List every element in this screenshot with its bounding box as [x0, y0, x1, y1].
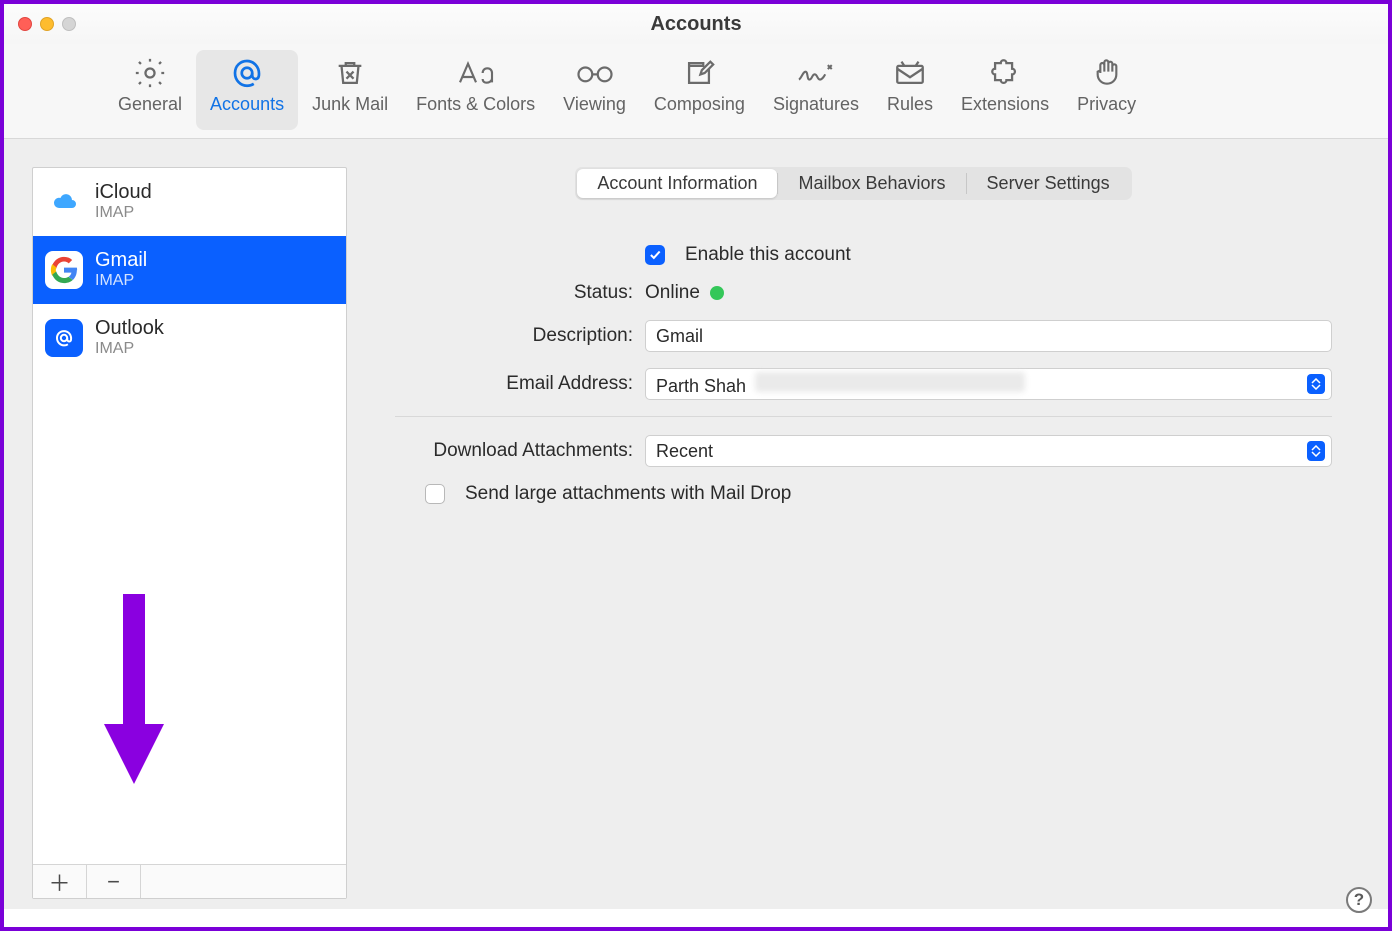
email-address-dropdown[interactable]: Parth Shah: [645, 368, 1332, 400]
segment-server-settings[interactable]: Server Settings: [967, 169, 1130, 198]
tab-extensions[interactable]: Extensions: [947, 50, 1063, 130]
email-redacted: [755, 372, 1025, 392]
account-protocol: IMAP: [95, 340, 164, 358]
mail-drop-label: Send large attachments with Mail Drop: [465, 483, 791, 505]
accounts-list: iCloud IMAP Gmail IMAP Outlook: [33, 168, 346, 864]
account-name: Outlook: [95, 317, 164, 340]
download-attachments-dropdown[interactable]: Recent: [645, 435, 1332, 467]
tab-rules[interactable]: Rules: [873, 50, 947, 130]
form-divider: [395, 416, 1332, 417]
tab-viewing[interactable]: Viewing: [549, 50, 640, 130]
enable-account-checkbox[interactable]: [645, 245, 665, 265]
segment-account-information[interactable]: Account Information: [577, 169, 777, 198]
enable-account-label: Enable this account: [685, 244, 851, 266]
download-attachments-label: Download Attachments:: [395, 440, 645, 462]
sidebar-footer: ＋ −: [33, 864, 346, 898]
window-title: Accounts: [4, 13, 1388, 36]
tab-accounts[interactable]: Accounts: [196, 50, 298, 130]
updown-chevron-icon: [1307, 374, 1325, 394]
remove-account-button[interactable]: −: [87, 865, 141, 898]
tab-composing[interactable]: Composing: [640, 50, 759, 130]
accounts-sidebar: iCloud IMAP Gmail IMAP Outlook: [32, 167, 347, 899]
status-online-indicator-icon: [710, 286, 724, 300]
account-item-outlook[interactable]: Outlook IMAP: [33, 304, 346, 372]
updown-chevron-icon: [1307, 441, 1325, 461]
status-label: Status:: [395, 282, 645, 304]
account-form: Enable this account Status: Online Descr…: [395, 244, 1332, 505]
preferences-toolbar: General Accounts Junk Mail Fonts & Color…: [4, 44, 1388, 139]
signature-icon: [795, 54, 837, 92]
trash-icon: [333, 54, 367, 92]
account-item-icloud[interactable]: iCloud IMAP: [33, 168, 346, 236]
email-address-label: Email Address:: [395, 373, 645, 395]
add-account-button[interactable]: ＋: [33, 865, 87, 898]
at-sign-icon: [229, 54, 265, 92]
account-detail-pane: Account Information Mailbox Behaviors Se…: [347, 167, 1360, 899]
account-protocol: IMAP: [95, 272, 147, 290]
puzzle-icon: [988, 54, 1022, 92]
glasses-icon: [573, 54, 617, 92]
status-value: Online: [645, 282, 700, 304]
compose-icon: [682, 54, 716, 92]
account-protocol: IMAP: [95, 204, 152, 222]
tab-privacy[interactable]: Privacy: [1063, 50, 1150, 130]
tab-fonts-colors[interactable]: Fonts & Colors: [402, 50, 549, 130]
outlook-icon: [45, 319, 83, 357]
hand-icon: [1091, 54, 1123, 92]
account-name: iCloud: [95, 181, 152, 204]
tab-signatures[interactable]: Signatures: [759, 50, 873, 130]
tab-general[interactable]: General: [104, 50, 196, 130]
envelope-icon: [892, 54, 928, 92]
description-label: Description:: [395, 325, 645, 347]
main-content: iCloud IMAP Gmail IMAP Outlook: [4, 139, 1388, 909]
title-bar: Accounts: [4, 4, 1388, 44]
detail-tabs: Account Information Mailbox Behaviors Se…: [575, 167, 1131, 200]
account-item-gmail[interactable]: Gmail IMAP: [33, 236, 346, 304]
fonts-icon: [456, 54, 496, 92]
gmail-icon: [45, 251, 83, 289]
mail-drop-checkbox[interactable]: [425, 484, 445, 504]
gear-icon: [133, 54, 167, 92]
tab-junk-mail[interactable]: Junk Mail: [298, 50, 402, 130]
icloud-icon: [45, 183, 83, 221]
description-field[interactable]: Gmail: [645, 320, 1332, 352]
segment-mailbox-behaviors[interactable]: Mailbox Behaviors: [778, 169, 965, 198]
help-button[interactable]: ?: [1346, 887, 1372, 913]
account-name: Gmail: [95, 249, 147, 272]
